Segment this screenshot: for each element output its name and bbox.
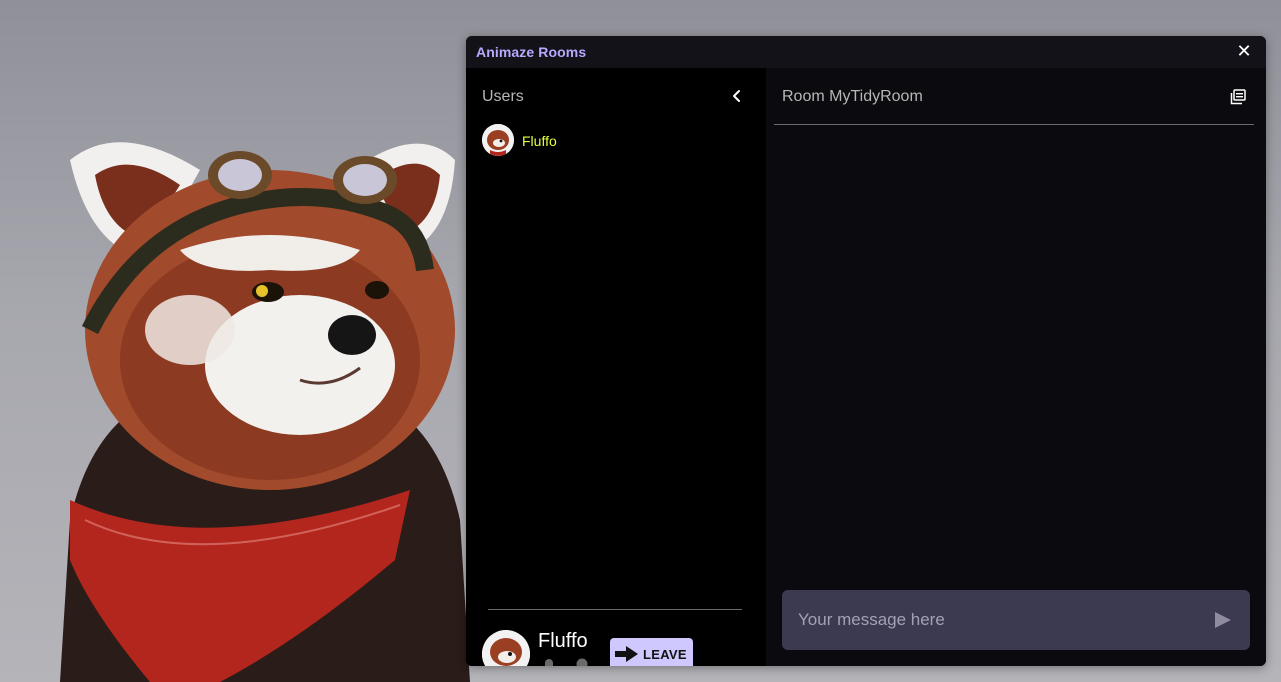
- leave-button-label: LEAVE: [643, 647, 687, 662]
- current-user-name: Fluffo: [538, 630, 588, 652]
- avatar: [482, 630, 530, 666]
- microphone-icon[interactable]: [540, 658, 558, 666]
- close-icon[interactable]: ✕: [1236, 42, 1252, 60]
- person-icon[interactable]: [570, 658, 594, 666]
- users-panel: Users Fluffo Fluffo LEAVE: [466, 68, 766, 666]
- send-icon[interactable]: [1214, 611, 1232, 629]
- avatar: [482, 124, 514, 156]
- chevron-left-icon[interactable]: [730, 88, 744, 104]
- arrow-right-icon: [615, 646, 638, 662]
- current-user-area: Fluffo LEAVE: [482, 630, 762, 666]
- user-list-item[interactable]: Fluffo: [482, 124, 752, 156]
- message-input[interactable]: [798, 590, 1198, 650]
- user-name: Fluffo: [522, 133, 557, 149]
- room-title: Room MyTidyRoom: [782, 88, 923, 105]
- window-title: Animaze Rooms: [476, 44, 587, 60]
- divider: [488, 609, 742, 610]
- avatar-scene: [0, 0, 520, 682]
- message-list: [774, 126, 1254, 616]
- window-titlebar: Animaze Rooms ✕: [466, 36, 1266, 68]
- gallery-icon[interactable]: [1230, 89, 1246, 105]
- leave-button[interactable]: LEAVE: [610, 638, 693, 666]
- animaze-rooms-window: Animaze Rooms ✕ Users Fluffo Fluffo LEAV…: [466, 36, 1266, 666]
- red-panda-avatar-image: [60, 142, 470, 682]
- divider: [774, 124, 1254, 125]
- users-header: Users: [482, 88, 524, 105]
- message-composer: [782, 590, 1250, 650]
- chat-panel: Room MyTidyRoom: [766, 68, 1266, 666]
